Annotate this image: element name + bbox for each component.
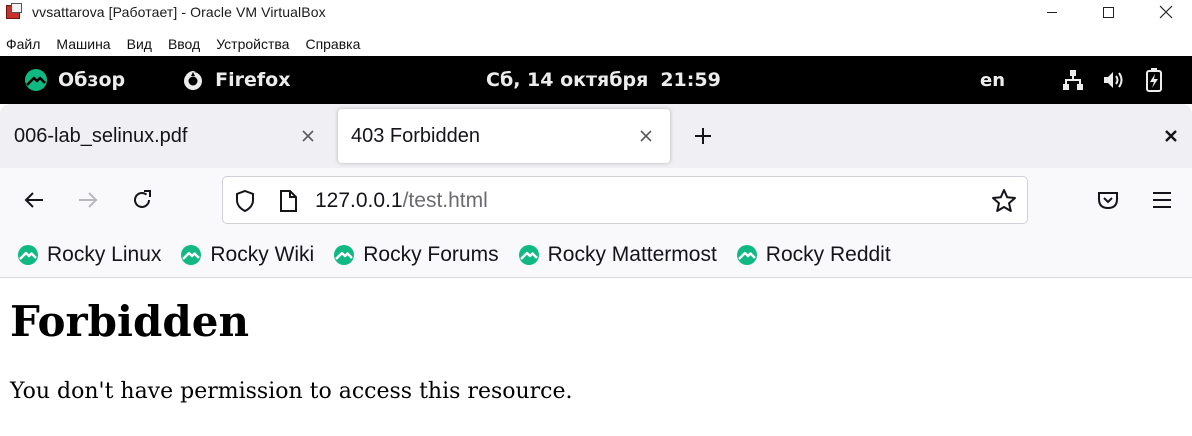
system-status-menu[interactable] — [1062, 68, 1182, 92]
plus-icon — [695, 128, 711, 144]
tab-title: 006-lab_selinux.pdf — [14, 124, 188, 147]
app-menu-firefox[interactable]: Firefox — [181, 68, 290, 92]
url-text[interactable]: 127.0.0.1/test.html — [315, 189, 488, 213]
clock-date: Сб, 14 октября — [486, 69, 649, 91]
rocky-logo-icon — [18, 244, 38, 265]
bookmark-label: Rocky Wiki — [210, 242, 315, 266]
rocky-logo-icon — [518, 244, 539, 265]
star-icon — [992, 189, 1016, 212]
bookmark-rocky-forums[interactable]: Rocky Forums — [333, 242, 499, 267]
activities-button[interactable]: Обзор — [24, 68, 125, 92]
tab-forbidden-active[interactable]: 403 Forbidden — [338, 109, 670, 163]
close-icon — [1165, 130, 1177, 142]
firefox-icon — [184, 70, 203, 90]
forward-button[interactable] — [72, 184, 104, 216]
menu-file[interactable]: Файл — [6, 36, 40, 52]
rocky-logo-icon — [25, 69, 47, 91]
minimize-button[interactable] — [1026, 0, 1078, 24]
pocket-button[interactable] — [1092, 184, 1124, 216]
menu-input[interactable]: Ввод — [168, 36, 200, 52]
error-message: You don't have permission to access this… — [10, 379, 573, 404]
firefox-window: 006-lab_selinux.pdf 403 Forbidden 127.0.… — [0, 104, 1192, 436]
close-icon — [302, 130, 314, 142]
hamburger-menu-icon — [1153, 192, 1171, 208]
rocky-logo-icon — [736, 244, 757, 265]
url-bar[interactable]: 127.0.0.1/test.html — [222, 176, 1028, 224]
bookmark-label: Rocky Forums — [363, 242, 499, 266]
menu-help[interactable]: Справка — [305, 36, 360, 52]
back-button[interactable] — [18, 184, 50, 216]
bookmark-label: Rocky Reddit — [765, 242, 891, 266]
page-heading: Forbidden — [10, 297, 249, 346]
new-tab-button[interactable] — [688, 121, 718, 151]
shield-icon[interactable] — [233, 189, 257, 217]
bookmark-rocky-wiki[interactable]: Rocky Wiki — [180, 243, 314, 267]
bookmark-label: Rocky Linux — [47, 242, 162, 266]
bookmark-label: Rocky Mattermost — [547, 242, 717, 266]
arrow-left-icon — [24, 192, 43, 208]
host-title-bar: vvsattarova [Работает] - Oracle VM Virtu… — [0, 0, 1192, 24]
menu-view[interactable]: Вид — [127, 36, 152, 52]
volume-icon — [1102, 69, 1126, 91]
tab-pdf[interactable]: 006-lab_selinux.pdf — [0, 109, 334, 163]
keyboard-layout-indicator[interactable]: en — [980, 70, 1020, 91]
url-host: 127.0.0.1 — [315, 189, 403, 212]
bookmark-rocky-mattermost[interactable]: Rocky Mattermost — [518, 243, 717, 267]
clock[interactable]: Сб, 14 октября 21:59 — [486, 56, 721, 104]
gnome-top-bar: Обзор Firefox Сб, 14 октября 21:59 en — [0, 56, 1192, 104]
tab-strip: 006-lab_selinux.pdf 403 Forbidden — [0, 104, 1192, 168]
app-menu-button[interactable] — [1146, 184, 1178, 216]
minimize-icon — [1047, 12, 1057, 13]
rocky-logo-icon — [181, 244, 202, 265]
host-menu-bar: Файл Машина Вид Ввод Устройства Справка — [0, 33, 370, 55]
battery-charging-icon — [1144, 68, 1164, 92]
close-icon — [1159, 5, 1173, 19]
reload-button[interactable] — [126, 184, 158, 216]
clock-time: 21:59 — [660, 69, 721, 91]
bookmark-rocky-linux[interactable]: Rocky Linux — [17, 243, 161, 267]
navigation-toolbar: 127.0.0.1/test.html — [0, 168, 1192, 232]
bookmarks-toolbar: Rocky Linux Rocky Wiki Rocky Forums Rock… — [0, 232, 1192, 278]
tab-title: 403 Forbidden — [351, 124, 480, 147]
tab-close-button[interactable] — [292, 109, 324, 163]
arrow-right-icon — [79, 192, 98, 208]
bookmark-rocky-reddit[interactable]: Rocky Reddit — [736, 243, 891, 267]
maximize-button[interactable] — [1082, 0, 1134, 24]
reload-icon — [134, 190, 151, 208]
close-window-tabs-button[interactable] — [1156, 121, 1186, 151]
url-path: /test.html — [402, 189, 488, 212]
pocket-icon — [1098, 192, 1118, 210]
close-window-button[interactable] — [1140, 0, 1192, 24]
page-icon[interactable] — [277, 189, 299, 217]
menu-devices[interactable]: Устройства — [216, 36, 289, 52]
menu-machine[interactable]: Машина — [56, 36, 110, 52]
activities-label: Обзор — [58, 69, 126, 91]
tab-close-button[interactable] — [630, 109, 662, 163]
page-content: Forbidden You don't have permission to a… — [0, 279, 1192, 436]
app-menu-label: Firefox — [215, 69, 291, 91]
host-window-title: vvsattarova [Работает] - Oracle VM Virtu… — [32, 4, 326, 20]
maximize-icon — [1102, 6, 1114, 18]
network-wired-icon — [1062, 69, 1084, 91]
bookmark-star-button[interactable] — [991, 188, 1017, 218]
rocky-logo-icon — [334, 244, 355, 265]
virtualbox-icon — [6, 3, 24, 21]
close-icon — [640, 130, 652, 142]
